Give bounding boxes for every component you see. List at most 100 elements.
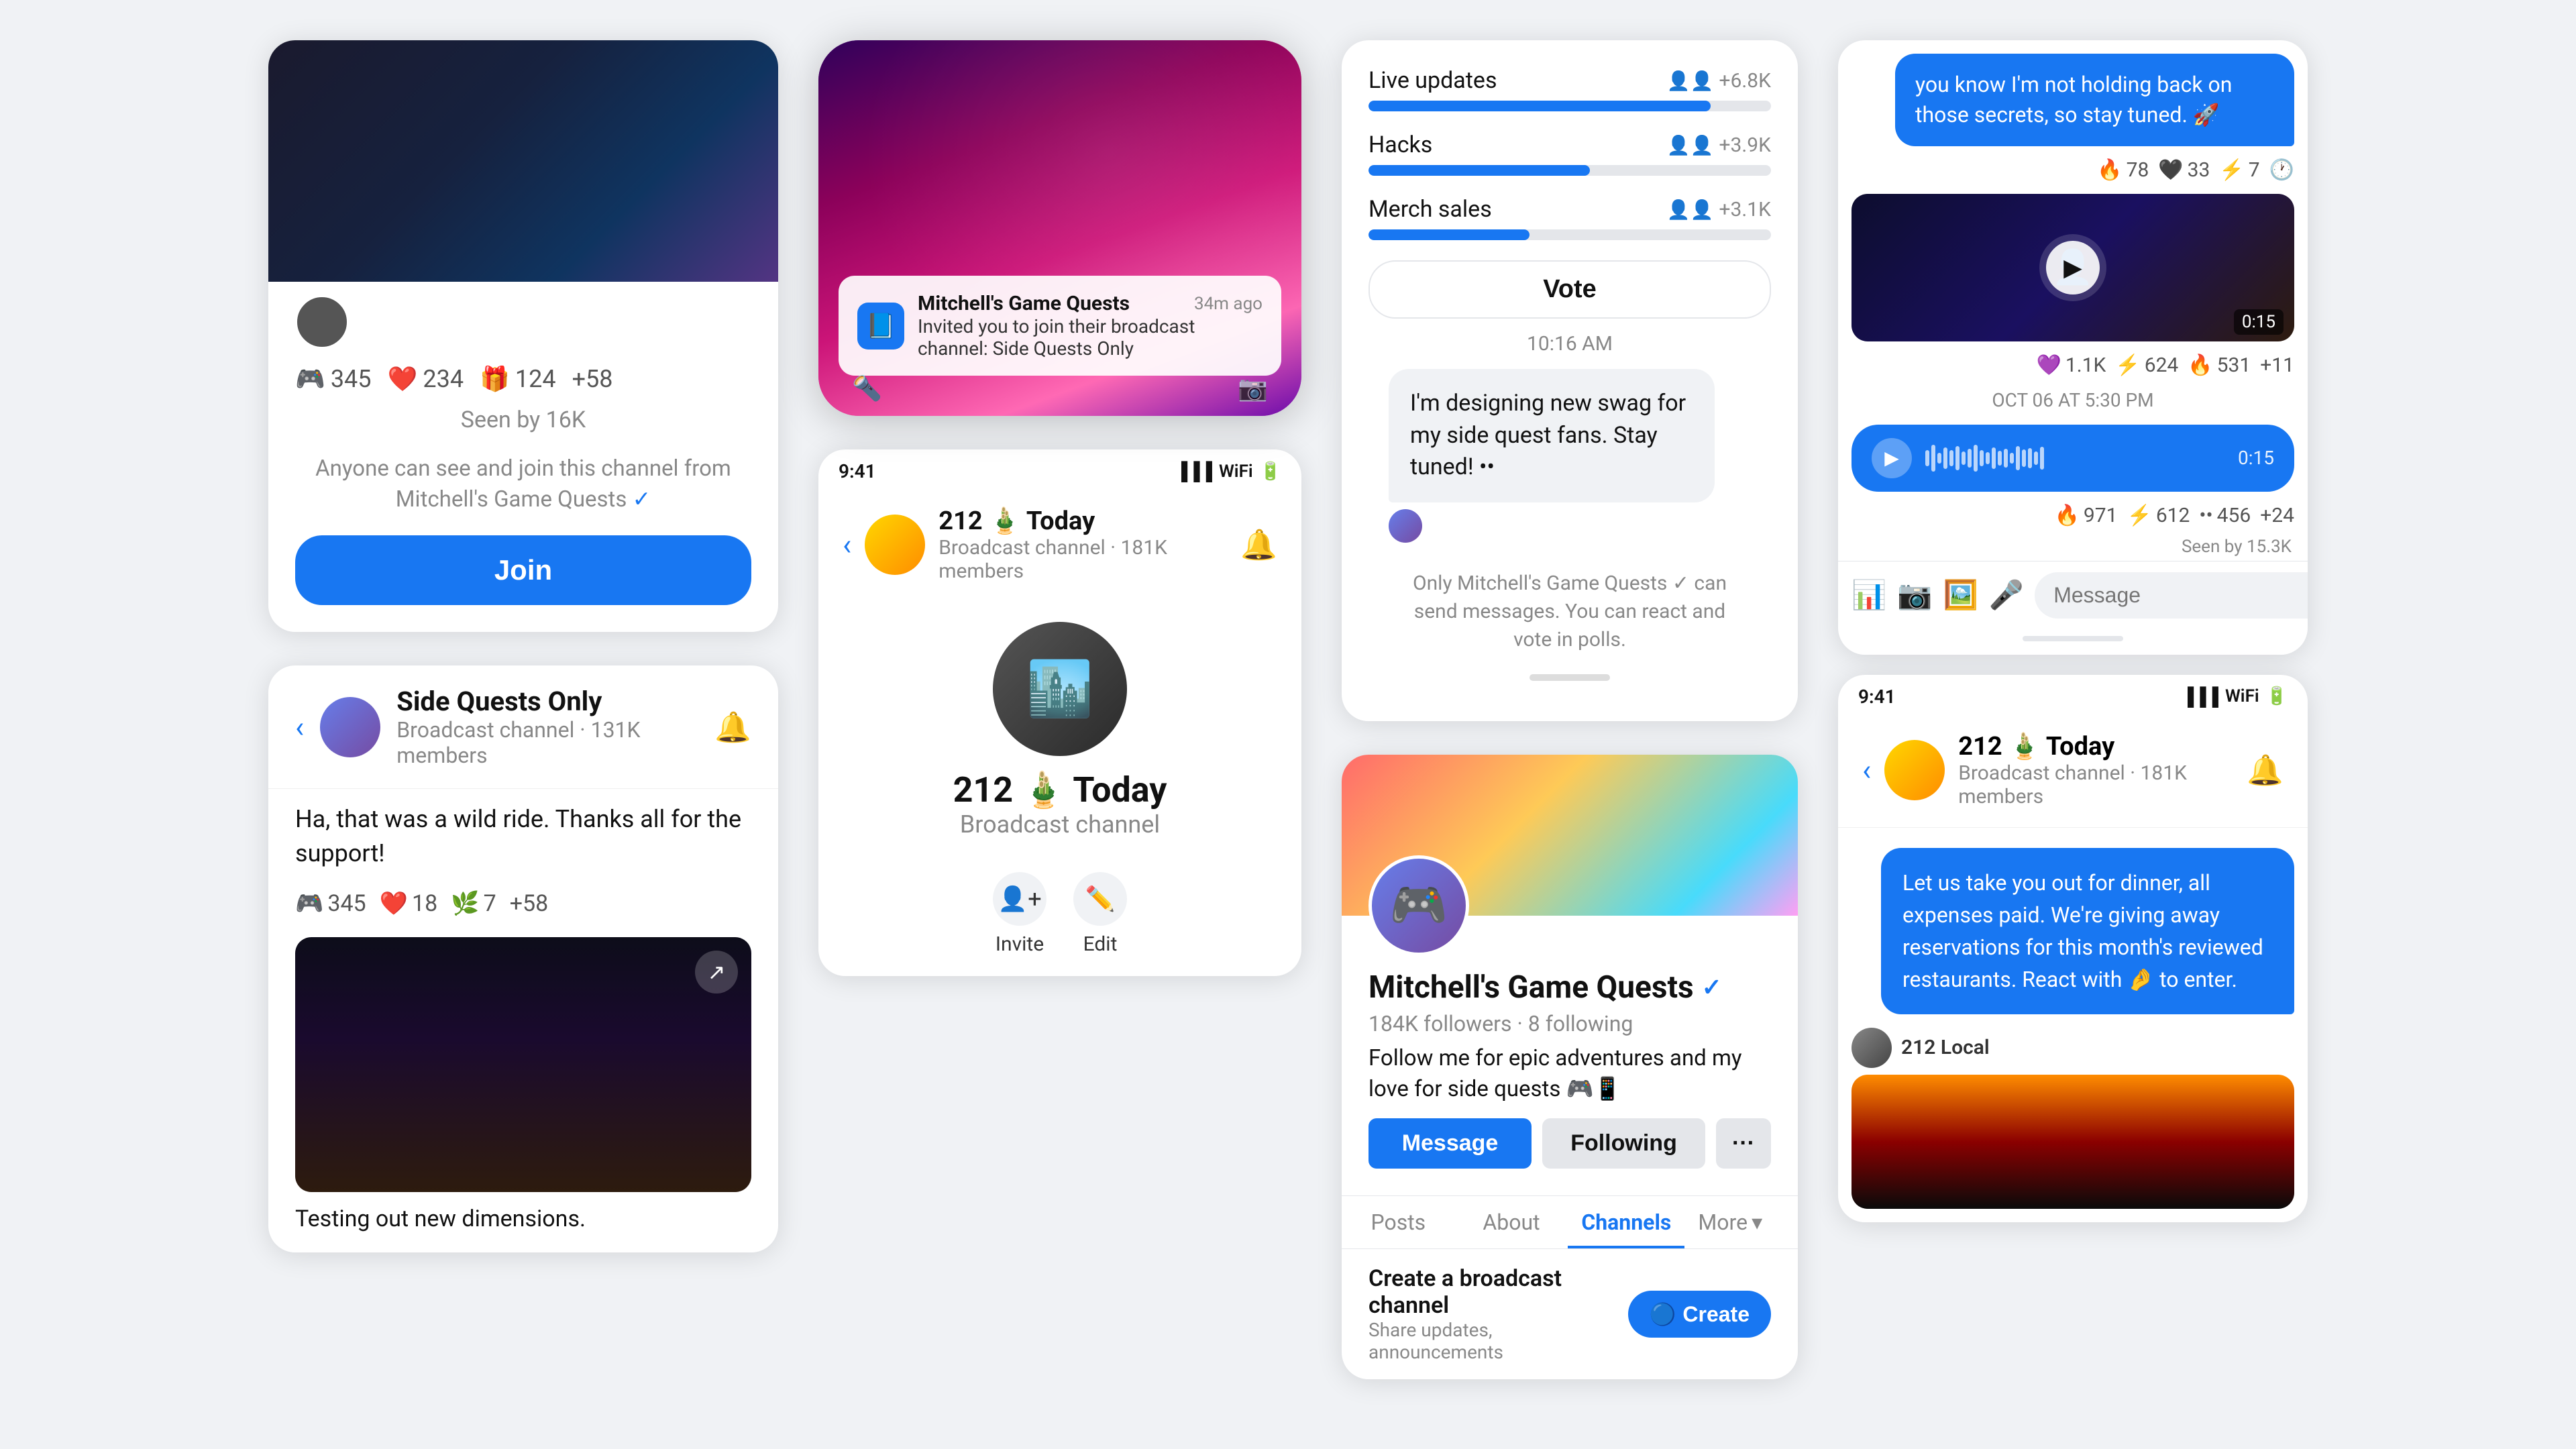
audio-react-fire: 🔥 971 (2055, 504, 2118, 527)
messenger-card-top: you know I'm not holding back on those s… (1838, 40, 2308, 655)
mitchell-avatar: 🎮 (1368, 855, 1469, 956)
oct-timestamp: OCT 06 AT 5:30 PM (1838, 382, 2308, 418)
more-button[interactable]: ··· (1716, 1118, 1771, 1169)
invite-action[interactable]: 👤+ Invite (993, 872, 1046, 956)
edit-label: Edit (1083, 932, 1118, 956)
only-can-send-text: Only Mitchell's Game Quests ✓ can send m… (1368, 556, 1771, 667)
scroll-indicator (1529, 674, 1610, 681)
status-icons-local: ▐▐▐ WiFi 🔋 (2182, 686, 2288, 707)
reaction-game: 🎮 345 (295, 365, 372, 393)
create-channel-title: Create a broadcast channel (1368, 1265, 1628, 1319)
back-icon[interactable]: ‹ (295, 710, 304, 745)
channel-preview-card: 🎮 345 ❤️ 234 🎁 124 +58 Seen by 16K Anyon… (268, 40, 778, 632)
join-button[interactable]: Join (295, 535, 751, 605)
audio-duration: 0:15 (2238, 447, 2274, 469)
notif-avatar: 📘 (857, 303, 904, 350)
today-info: 212 🎍 Today Broadcast channel · 181K mem… (938, 506, 1227, 583)
battery-local: 🔋 (2266, 686, 2288, 706)
mitchell-avatar-wrap: 🎮 (1368, 855, 1469, 956)
sq-post-image: ↗ (295, 937, 751, 1192)
audio-waveform (1925, 445, 2224, 472)
vid-react-bolt: ⚡ 624 (2115, 354, 2178, 377)
home-indicator (2023, 636, 2123, 641)
channel-avatar (295, 295, 349, 349)
camera-input-icon[interactable]: 📷 (1897, 579, 1932, 612)
mitchell-name: Mitchell's Game Quests ✓ (1368, 969, 1771, 1006)
seen-by-text: Seen by 15.3K (1838, 533, 2308, 561)
message-button[interactable]: Message (1368, 1118, 1532, 1169)
message-avatar (1389, 509, 1422, 543)
create-channel-button[interactable]: 🔵 Create (1628, 1291, 1771, 1338)
today-back-icon[interactable]: ‹ (843, 527, 851, 562)
today-hero-avatar: 🏙️ (993, 622, 1127, 756)
edit-action[interactable]: ✏️ Edit (1073, 872, 1127, 956)
wifi-local: WiFi (2225, 686, 2259, 706)
tab-channels[interactable]: Channels (1568, 1196, 1684, 1248)
reactions-row: 🎮 345 ❤️ 234 🎁 124 +58 (268, 349, 778, 400)
react-clock: 🕐 (2269, 158, 2294, 182)
poll-avatars-1: 👤👤 (1667, 70, 1714, 92)
local-avatar (1884, 740, 1945, 800)
poll-avatars-2: 👤👤 (1667, 134, 1714, 156)
tab-more[interactable]: More ▾ (1684, 1196, 1798, 1248)
audio-play-button[interactable]: ▶ (1872, 438, 1912, 478)
image-icon[interactable]: 🖼️ (1943, 579, 1978, 612)
column-3: Live updates 👤👤 +6.8K Hacks 👤👤 +3.9K (1342, 40, 1798, 1379)
reaction-gift: 🎁 124 (480, 365, 556, 393)
poll-card: Live updates 👤👤 +6.8K Hacks 👤👤 +3.9K (1342, 40, 1798, 721)
today-header: ‹ 212 🎍 Today Broadcast channel · 181K m… (818, 488, 1301, 602)
today-actions: 👤+ Invite ✏️ Edit (818, 872, 1301, 976)
today-bell-icon[interactable]: 🔔 (1240, 527, 1277, 562)
local-back-icon[interactable]: ‹ (1862, 753, 1871, 788)
react-heart: 🖤 33 (2158, 158, 2210, 182)
local-video-thumb (1851, 1075, 2294, 1209)
video-duration-1: 0:15 (2234, 309, 2284, 335)
side-quests-header: ‹ Side Quests Only Broadcast channel · 1… (268, 665, 778, 789)
sq-message: Ha, that was a wild ride. Thanks all for… (268, 789, 778, 883)
mic-icon[interactable]: 🎤 (1989, 579, 2024, 612)
sq-react-leaf: 🌿 7 (451, 890, 496, 917)
chevron-down-icon: ▾ (1752, 1210, 1762, 1235)
notification-banner: 📘 Mitchell's Game Quests 34m ago Invited… (839, 276, 1281, 376)
share-icon[interactable]: ↗ (695, 951, 738, 994)
video-thumbnail: 👤 ▶ 0:15 (1851, 194, 2294, 341)
react-fire: 🔥 78 (2097, 158, 2149, 182)
verified-icon: ✓ (1702, 973, 1722, 1002)
seen-count: Seen by 16K (268, 400, 778, 440)
tab-about[interactable]: About (1455, 1196, 1568, 1248)
msg-reactions-1: 🔥 78 🖤 33 ⚡ 7 🕐 (1838, 153, 2308, 187)
video-play-button[interactable]: ▶ (2046, 241, 2100, 294)
mitchell-tabs: Posts About Channels More ▾ (1342, 1195, 1798, 1249)
following-button[interactable]: Following (1542, 1118, 1705, 1169)
today-hero-sub: Broadcast channel (960, 810, 1160, 839)
today-avatar (865, 515, 925, 575)
poll-label-2: Hacks 👤👤 +3.9K (1368, 131, 1771, 158)
channel-info: Anyone can see and join this channel fro… (268, 440, 778, 529)
sq-react-game: 🎮 345 (295, 890, 366, 917)
chat-bubble: I'm designing new swag for my side quest… (1389, 369, 1715, 502)
mitchell-profile-card: 🎮 Mitchell's Game Quests ✓ 184K follower… (1342, 755, 1798, 1379)
local-sender-row: 212 Local (1838, 1021, 2308, 1075)
local-bell-icon[interactable]: 🔔 (2247, 753, 2284, 788)
camera-icon[interactable]: 📷 (1238, 374, 1268, 402)
audio-bubble: ▶ (1851, 425, 2294, 492)
flashlight-icon[interactable]: 🔦 (852, 374, 882, 402)
today-hero-section: 🏙️ 212 🎍 Today Broadcast channel (818, 602, 1301, 872)
local-channel-name: 212 🎍 Today (1958, 732, 2233, 761)
tab-posts[interactable]: Posts (1342, 1196, 1455, 1248)
vid-react-fire: 🔥 531 (2188, 354, 2251, 377)
mitchell-cover: 🎮 (1342, 755, 1798, 916)
chart-icon[interactable]: 📊 (1851, 579, 1886, 612)
vote-button[interactable]: Vote (1368, 260, 1771, 319)
bell-icon[interactable]: 🔔 (714, 710, 751, 745)
message-input[interactable] (2035, 572, 2308, 619)
react-bolt: ⚡ 7 (2219, 158, 2259, 182)
local-header: ‹ 212 🎍 Today Broadcast channel · 181K m… (1838, 713, 2308, 828)
poll-bar-fill-3 (1368, 229, 1529, 240)
poll-bar-bg-2 (1368, 165, 1771, 176)
notif-content: Mitchell's Game Quests 34m ago Invited y… (918, 292, 1263, 360)
poll-count-3: +3.1K (1719, 198, 1771, 221)
poll-count-2: +3.9K (1719, 133, 1771, 157)
reaction-heart: ❤️ 234 (388, 365, 464, 393)
message-input-bar: 📊 📷 🖼️ 🎤 😊 👍 (1838, 561, 2308, 629)
